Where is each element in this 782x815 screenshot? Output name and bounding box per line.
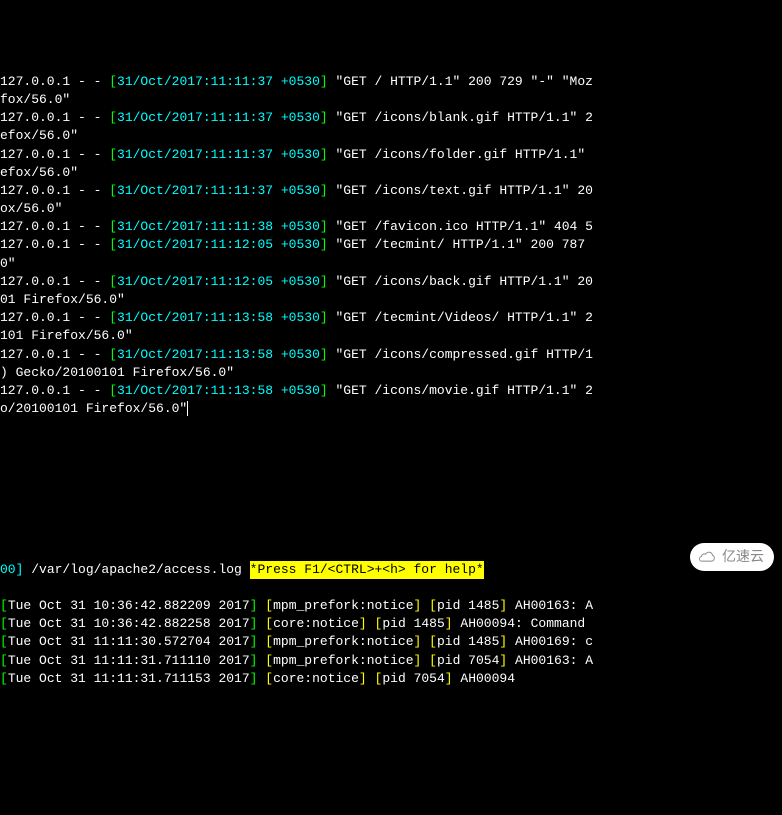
- error-log-line: [Tue Oct 31 10:36:42.882258 2017] [core:…: [0, 615, 782, 633]
- access-log-line: 127.0.0.1 - - [31/Oct/2017:11:11:37 +053…: [0, 73, 782, 91]
- access-log-wrap: o/20100101 Firefox/56.0": [0, 400, 782, 418]
- access-log-wrap: efox/56.0": [0, 164, 782, 182]
- access-log-line: 127.0.0.1 - - [31/Oct/2017:11:12:05 +053…: [0, 273, 782, 291]
- access-log-line: 127.0.0.1 - - [31/Oct/2017:11:12:05 +053…: [0, 236, 782, 254]
- watermark-text: 亿速云: [722, 547, 764, 567]
- blank-space: [0, 437, 782, 543]
- access-log-wrap: fox/56.0": [0, 91, 782, 109]
- error-log-line: [Tue Oct 31 10:36:42.882209 2017] [mpm_p…: [0, 597, 782, 615]
- access-log-line: 127.0.0.1 - - [31/Oct/2017:11:11:38 +053…: [0, 218, 782, 236]
- cloud-icon: [696, 550, 718, 564]
- access-log-line: 127.0.0.1 - - [31/Oct/2017:11:13:58 +053…: [0, 309, 782, 327]
- access-log-wrap: 101 Firefox/56.0": [0, 327, 782, 345]
- status-prefix: 00]: [0, 562, 23, 577]
- error-log-pane: [Tue Oct 31 10:36:42.882209 2017] [mpm_p…: [0, 597, 782, 688]
- error-log-line: [Tue Oct 31 11:11:31.711153 2017] [core:…: [0, 670, 782, 688]
- cursor: [187, 401, 188, 416]
- access-log-line: 127.0.0.1 - - [31/Oct/2017:11:11:37 +053…: [0, 109, 782, 127]
- watermark-badge: 亿速云: [690, 543, 774, 571]
- access-log-wrap: 01 Firefox/56.0": [0, 291, 782, 309]
- access-log-line: 127.0.0.1 - - [31/Oct/2017:11:13:58 +053…: [0, 382, 782, 400]
- status-bar: 00] /var/log/apache2/access.log *Press F…: [0, 561, 782, 579]
- access-log-wrap: 0": [0, 255, 782, 273]
- access-log-line: 127.0.0.1 - - [31/Oct/2017:11:11:37 +053…: [0, 182, 782, 200]
- status-path: /var/log/apache2/access.log: [31, 562, 242, 577]
- access-log-wrap: ) Gecko/20100101 Firefox/56.0": [0, 364, 782, 382]
- access-log-pane: 127.0.0.1 - - [31/Oct/2017:11:11:37 +053…: [0, 73, 782, 419]
- access-log-wrap: ox/56.0": [0, 200, 782, 218]
- status-help: *Press F1/<CTRL>+<h> for help*: [250, 561, 484, 579]
- error-log-line: [Tue Oct 31 11:11:31.711110 2017] [mpm_p…: [0, 652, 782, 670]
- access-log-line: 127.0.0.1 - - [31/Oct/2017:11:13:58 +053…: [0, 346, 782, 364]
- access-log-wrap: efox/56.0": [0, 127, 782, 145]
- error-log-line: [Tue Oct 31 11:11:30.572704 2017] [mpm_p…: [0, 633, 782, 651]
- access-log-line: 127.0.0.1 - - [31/Oct/2017:11:11:37 +053…: [0, 146, 782, 164]
